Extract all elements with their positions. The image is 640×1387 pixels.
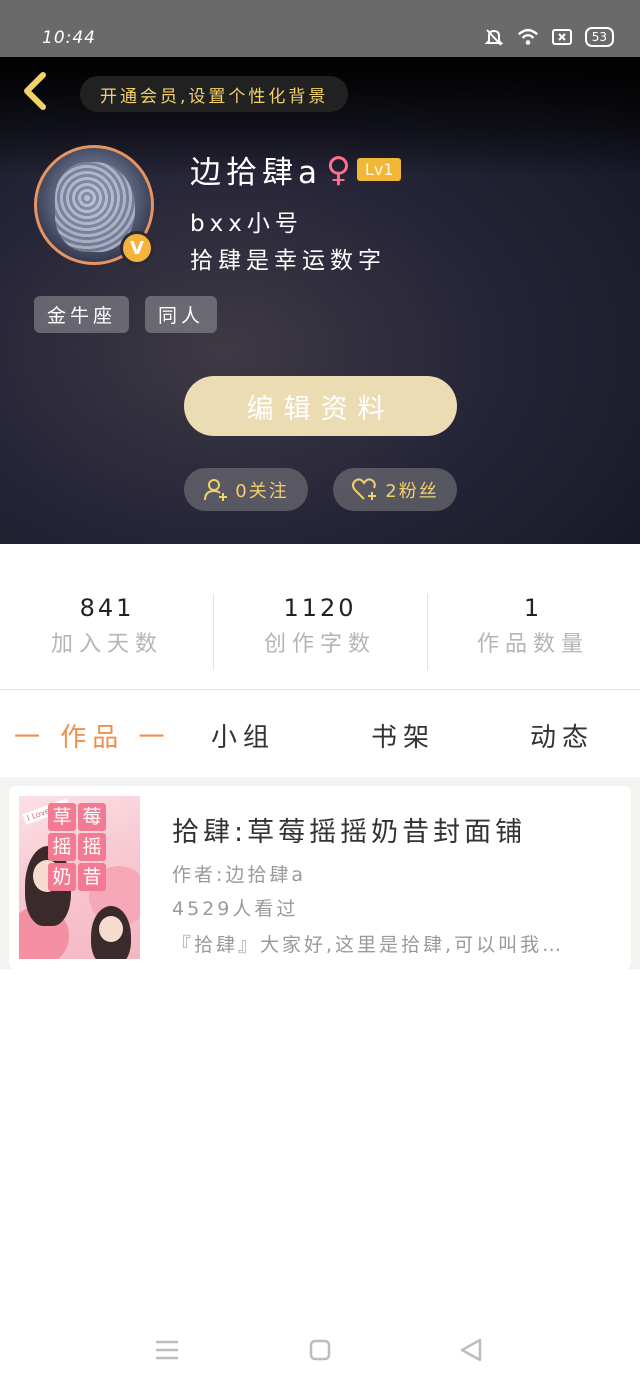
sim-icon <box>551 26 573 48</box>
menu-icon <box>156 1340 178 1360</box>
stat-value: 1120 <box>283 594 357 622</box>
works-list: I Love you 草莓 摇摇 奶昔 拾肆:草莓摇摇奶昔封面铺 作者:边拾肆a… <box>0 777 640 969</box>
tab-works[interactable]: 一 作品 一 <box>14 717 171 754</box>
cover-char: 昔 <box>78 863 106 891</box>
bell-off-icon <box>483 26 505 48</box>
cover-title: 草莓 摇摇 奶昔 <box>47 802 137 892</box>
stat-value: 841 <box>79 594 135 622</box>
tab-activity[interactable]: 动态 <box>530 717 594 754</box>
tag-list: 金牛座 同人 <box>34 296 218 333</box>
vip-banner[interactable]: 开通会员,设置个性化背景 <box>80 76 349 112</box>
tag-zodiac: 金牛座 <box>34 296 130 333</box>
profile-tabs: 一 作品 一 小组 书架 动态 <box>0 691 640 777</box>
stat-label: 创作字数 <box>263 632 376 657</box>
status-time: 10:44 <box>42 28 96 48</box>
cover-char: 草 <box>48 803 76 831</box>
profile-header: 开通会员,设置个性化背景 V 边拾肆a ♀ Lv1 bxx小号 拾肆是幸运数字 … <box>0 57 640 544</box>
cover-char: 奶 <box>48 863 76 891</box>
username-row: 边拾肆a ♀ Lv1 <box>190 147 402 192</box>
bio-line: bxx小号 <box>190 211 303 237</box>
stat-words: 1120 创作字数 <box>213 594 427 658</box>
username: 边拾肆a <box>190 155 322 191</box>
stat-days: 841 加入天数 <box>0 594 214 658</box>
level-badge: Lv1 <box>356 158 402 181</box>
work-author: 作者:边拾肆a <box>172 864 307 886</box>
stats-section: 841 加入天数 1120 创作字数 1 作品数量 <box>0 544 640 690</box>
user-add-icon <box>204 478 228 501</box>
tab-groups[interactable]: 小组 <box>211 717 275 754</box>
stat-value: 1 <box>523 594 543 622</box>
cover-char: 摇 <box>78 833 106 861</box>
system-nav-bar <box>0 1310 640 1387</box>
back-button[interactable] <box>14 69 54 113</box>
cover-char: 莓 <box>78 803 106 831</box>
female-icon: ♀ <box>326 149 351 190</box>
work-cover-image: I Love you 草莓 摇摇 奶昔 <box>19 796 140 959</box>
tab-bookshelf[interactable]: 书架 <box>371 717 435 754</box>
heart-add-icon <box>352 477 377 500</box>
bio-line: 拾肆是幸运数字 <box>190 248 386 274</box>
stat-label: 作品数量 <box>476 632 589 657</box>
stat-label: 加入天数 <box>50 632 163 657</box>
fans-button[interactable]: 2粉丝 <box>333 468 457 511</box>
chevron-left-icon <box>24 72 46 110</box>
cover-char: 摇 <box>48 833 76 861</box>
stat-works: 1 作品数量 <box>426 594 640 658</box>
edit-profile-button[interactable]: 编辑资料 <box>184 376 457 436</box>
following-count: 0关注 <box>235 480 289 502</box>
status-bar: 10:44 53 <box>0 0 640 57</box>
cover-face <box>99 916 123 942</box>
verified-icon: V <box>120 231 154 265</box>
back-nav-button[interactable] <box>453 1332 489 1368</box>
status-icons: 53 <box>483 26 614 48</box>
tag-fandom: 同人 <box>145 296 218 333</box>
work-excerpt: 『拾肆』大家好,这里是拾肆,可以叫我… <box>172 934 565 956</box>
menu-button[interactable] <box>149 1332 185 1368</box>
work-title[interactable]: 拾肆:草莓摇摇奶昔封面铺 <box>172 810 526 849</box>
work-views: 4529人看过 <box>172 898 299 920</box>
fans-count: 2粉丝 <box>385 480 439 502</box>
following-button[interactable]: 0关注 <box>184 468 308 511</box>
home-square-icon <box>309 1339 331 1361</box>
work-card[interactable]: I Love you 草莓 摇摇 奶昔 拾肆:草莓摇摇奶昔封面铺 作者:边拾肆a… <box>9 786 631 969</box>
triangle-back-icon <box>460 1338 482 1362</box>
battery-icon: 53 <box>584 27 614 47</box>
home-button[interactable] <box>302 1332 338 1368</box>
wifi-icon <box>517 26 539 48</box>
